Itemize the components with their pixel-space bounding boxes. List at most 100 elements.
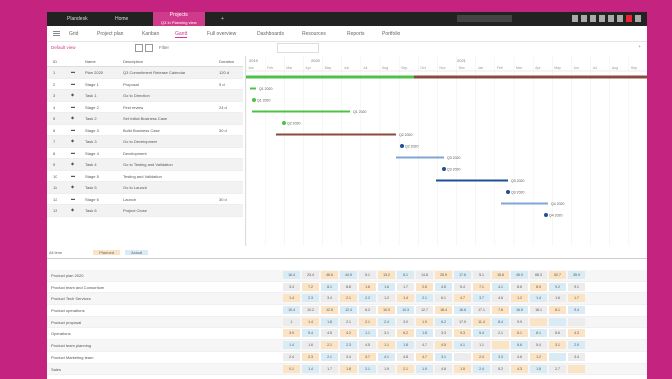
milestone-marker bbox=[544, 213, 548, 217]
bar-label: Q2 2020 bbox=[287, 121, 300, 125]
minimize-icon[interactable] bbox=[617, 15, 623, 22]
col-duration-header[interactable]: Duration bbox=[219, 59, 234, 64]
table-row[interactable]: ▬ 4 Stage 2 First review 24 d bbox=[47, 102, 243, 113]
row-label: Product Tech Services bbox=[51, 296, 91, 302]
month-label: Jul bbox=[363, 66, 368, 70]
task-grid: ID Name Description Duration ▬ 1 Plan 2020… bbox=[47, 56, 243, 246]
col-description-header[interactable]: Description bbox=[123, 59, 143, 64]
close-icon[interactable] bbox=[626, 15, 632, 22]
menu-icon[interactable] bbox=[635, 15, 641, 22]
expand-icon[interactable] bbox=[135, 44, 143, 52]
table-row[interactable]: Product proposal 1 1.4 1.8 2.1 2.1 2.4 3.0 1.9 6.… bbox=[47, 316, 647, 329]
user-icon[interactable] bbox=[572, 15, 578, 22]
task-bar bbox=[276, 133, 396, 136]
view-selector[interactable]: Default view bbox=[51, 45, 76, 50]
task-icon: ▬ bbox=[71, 103, 75, 109]
table-row[interactable]: Product plan 2020 16.4 23.4 46.6 44.5 5.1 13.2… bbox=[47, 270, 647, 282]
tab-plandesk[interactable]: Plandesk bbox=[59, 14, 96, 24]
notification-icon[interactable] bbox=[581, 15, 587, 22]
ribbon-full-overview[interactable]: Full overview bbox=[207, 31, 236, 37]
tab-projects-label: Projects bbox=[169, 12, 188, 18]
month-label: Dec bbox=[459, 66, 465, 70]
collapse-icon[interactable] bbox=[145, 44, 153, 52]
table-cell: 9.2 bbox=[549, 282, 566, 291]
table-row[interactable]: Product team and Consortium 3.4 7.2 8.1 8.8 1… bbox=[47, 281, 647, 294]
table-cell: 1.4 bbox=[397, 294, 414, 303]
milestone-icon: ◆ bbox=[71, 115, 75, 120]
table-row[interactable]: ◆ 13 Task 6 Project Close bbox=[47, 205, 243, 217]
ribbon-dashboards[interactable]: Dashboards bbox=[257, 31, 284, 37]
col-id-header[interactable]: ID bbox=[53, 59, 57, 64]
table-cell: 6.1 bbox=[511, 329, 528, 338]
table-cell: 6.2 bbox=[359, 306, 376, 315]
table-row[interactable]: Product team planning 1.4 1.6 2.1 2.3 4.5 1.1 1… bbox=[47, 340, 647, 352]
cell-duration: 30 d bbox=[219, 196, 227, 202]
search-input[interactable] bbox=[457, 15, 512, 22]
ribbon-reports[interactable]: Reports bbox=[347, 31, 365, 37]
table-cell: 8.8 bbox=[340, 282, 357, 291]
legend-planned: Planned bbox=[93, 250, 120, 255]
table-cell: 44.5 bbox=[340, 271, 357, 279]
month-label: Jan bbox=[248, 66, 254, 70]
ribbon-resources[interactable]: Resources bbox=[302, 31, 326, 37]
hamburger-icon[interactable] bbox=[53, 30, 60, 37]
cell-duration: 30 d bbox=[219, 127, 227, 133]
table-row[interactable]: ◆ 9 Task 4 Go to Testing and Validation bbox=[47, 159, 243, 171]
table-cell: 3.1 bbox=[378, 329, 395, 338]
table-row[interactable]: ▬ 2 Stage 1 Proposal 9 d bbox=[47, 79, 243, 90]
zoom-selector[interactable] bbox=[277, 43, 319, 53]
cell-description: Go to Development bbox=[123, 139, 158, 144]
table-row[interactable]: Product Marketing team 2.4 2.3 2.1 3.4 3.7 4.1… bbox=[47, 351, 647, 364]
table-row[interactable]: ▬ 12 Stage 6 Launch 30 d bbox=[47, 194, 243, 205]
table-cell: 8.1 bbox=[530, 329, 547, 338]
table-row[interactable]: Product operations 10.4 10.2 12.5 12.4 6.2 10.… bbox=[47, 305, 647, 317]
ribbon-gantt[interactable]: Gantt bbox=[175, 31, 188, 38]
grid-icon[interactable] bbox=[590, 15, 596, 22]
table-row[interactable]: Product Tech Services 1.4 2.3 3.4 2.1 2.2 1.2 1… bbox=[47, 293, 647, 306]
ribbon-portfolio[interactable]: Portfolio bbox=[382, 31, 400, 37]
table-cell: 52.7 bbox=[549, 271, 566, 279]
table-row[interactable]: ◆ 5 Task 2 Set Initial Business Case bbox=[47, 113, 243, 125]
bar-label: Q3 2020 bbox=[447, 156, 460, 160]
table-row[interactable]: ◆ 11 Task 5 Go to Launch bbox=[47, 182, 243, 194]
table-row[interactable]: ▬ 8 Stage 4 Development bbox=[47, 148, 243, 159]
table-cell: 7.1 bbox=[473, 282, 490, 291]
ribbon-grid[interactable]: Grid bbox=[69, 31, 78, 37]
table-row[interactable]: ◆ 3 Task 1 Go to Direction bbox=[47, 90, 243, 102]
tab-projects[interactable]: Projects Q3 In Planning view bbox=[153, 12, 205, 26]
month-label: Aug bbox=[382, 66, 388, 70]
table-row[interactable]: ▬ 10 Stage 5 Testing and Validation bbox=[47, 171, 243, 182]
table-cell: 1.1 bbox=[359, 329, 376, 338]
help-icon[interactable] bbox=[599, 15, 605, 22]
table-cell: 2.4 bbox=[473, 364, 490, 373]
add-button[interactable]: + bbox=[638, 44, 641, 49]
table-row[interactable]: ◆ 7 Task 3 Go to Development bbox=[47, 136, 243, 148]
bar-label: Q1 2020 bbox=[257, 98, 270, 102]
cell-name: Stage 6 bbox=[85, 196, 99, 202]
bar-label: Q1 2020 bbox=[353, 110, 366, 114]
table-cell: 3.3 bbox=[492, 352, 509, 361]
table-row[interactable]: ▬ 1 Plan 2020 Q3 Commitment Release Calenda… bbox=[47, 67, 243, 79]
ribbon-project-plan[interactable]: Project plan bbox=[97, 31, 123, 37]
cell-name: Stage 2 bbox=[85, 104, 99, 110]
table-row[interactable]: Operations 3.9 5.4 4.5 4.2 1.1 3.1 6.2 1.8 3.3 9.3… bbox=[47, 328, 647, 341]
tab-home[interactable]: Home bbox=[107, 14, 136, 24]
table-cell bbox=[549, 352, 566, 361]
cell-id: 1 bbox=[53, 70, 56, 75]
table-cell: 1.4 bbox=[283, 341, 300, 350]
month-label: Jun bbox=[573, 66, 579, 70]
ribbon-kanban[interactable]: Kanban bbox=[142, 31, 159, 37]
table-cell: 8.6 bbox=[549, 329, 566, 338]
filter-button[interactable]: Filter bbox=[159, 45, 169, 50]
table-row[interactable]: Sales 0.1 1.4 1.7 1.8 2.1 1.9 2.1 1.9 4.8 1.5 2.4 5.… bbox=[47, 363, 647, 376]
cell-id: 3 bbox=[53, 93, 56, 98]
settings-icon[interactable] bbox=[608, 15, 614, 22]
milestone-icon: ◆ bbox=[71, 207, 75, 212]
panel-divider[interactable] bbox=[47, 258, 647, 259]
table-row[interactable]: ▬ 6 Stage 3 Build Business Case 30 d bbox=[47, 125, 243, 136]
table-cell: 23.4 bbox=[302, 271, 319, 279]
month-label: Feb bbox=[267, 66, 273, 70]
table-cell: 14.8 bbox=[416, 271, 433, 279]
add-tab-button[interactable]: + bbox=[213, 14, 232, 24]
col-name-header[interactable]: Name bbox=[85, 59, 96, 64]
